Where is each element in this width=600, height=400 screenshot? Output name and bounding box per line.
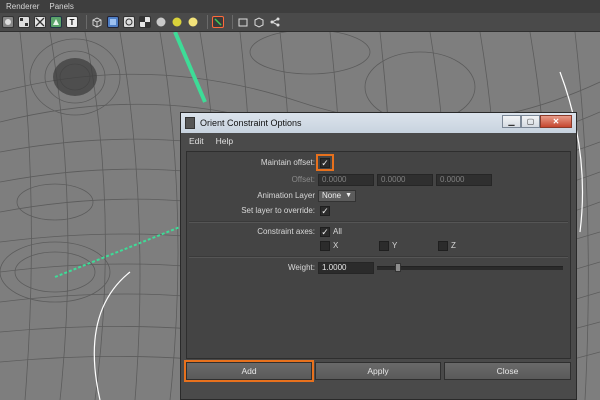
minimize-icon[interactable]: ▁ — [502, 115, 521, 128]
menu-edit[interactable]: Edit — [189, 136, 204, 146]
apply-button[interactable]: Apply — [315, 362, 441, 380]
divider — [189, 256, 568, 258]
grid-icon[interactable] — [253, 16, 265, 28]
dialog-menubar: Edit Help — [181, 134, 576, 148]
offset-label: Offset: — [291, 175, 315, 184]
snapshot-icon[interactable] — [34, 16, 46, 28]
offset-row: Offset: 0.0000 0.0000 0.0000 — [187, 174, 562, 186]
light-bulb-icon-glyph — [188, 17, 198, 27]
axis-y-checkbox[interactable] — [379, 241, 389, 251]
lambert-icon[interactable] — [155, 16, 167, 28]
joint-bone-green — [173, 32, 207, 103]
close-icon[interactable]: ✕ — [540, 115, 572, 128]
weight-row: Weight: 1.0000 — [187, 262, 563, 274]
constraint-axes-label: Constraint axes: — [257, 227, 315, 236]
sphere-icon-glyph — [110, 19, 116, 25]
render-icon-glyph — [5, 19, 11, 25]
offset-x-field[interactable]: 0.0000 — [318, 174, 374, 186]
camera-icon-glyph — [238, 18, 248, 27]
chevron-down-icon: ▼ — [345, 192, 352, 199]
dialog-titlebar[interactable]: Orient Constraint Options ▁ ▢ ✕ — [181, 113, 576, 133]
xray-icon-glyph — [172, 17, 182, 27]
ipr-icon-glyph — [20, 18, 28, 26]
axis-x-label: X — [333, 241, 339, 250]
maintain-offset-label: Maintain offset: — [260, 158, 315, 167]
xray-icon[interactable] — [171, 16, 183, 28]
ipr-icon[interactable] — [18, 16, 30, 28]
eye-socket — [53, 58, 97, 96]
share-icon-glyph — [270, 17, 280, 27]
dialog-button-row: Add Apply Close — [184, 360, 571, 382]
share-icon[interactable] — [269, 16, 281, 28]
text-icon[interactable]: T — [66, 16, 78, 28]
axis-all-label: All — [333, 227, 342, 236]
hypershade-icon[interactable] — [50, 16, 62, 28]
axis-z-label: Z — [451, 241, 456, 250]
toolbar-separator — [207, 15, 208, 29]
axes-xyz-row: X Y Z — [187, 240, 562, 252]
axis-y-label: Y — [392, 241, 398, 250]
shaded-icon[interactable] — [139, 16, 151, 28]
animation-layer-row: Animation Layer None ▼ — [187, 190, 562, 202]
axis-z-checkbox[interactable] — [438, 241, 448, 251]
maya-app-icon — [185, 117, 195, 129]
offset-y-field[interactable]: 0.0000 — [377, 174, 433, 186]
render-icon[interactable] — [2, 16, 14, 28]
weight-slider-handle[interactable] — [395, 263, 401, 272]
maintain-offset-highlight — [316, 154, 334, 171]
menu-help[interactable]: Help — [216, 136, 233, 146]
lights-icon[interactable] — [123, 16, 135, 28]
lights-icon-glyph — [125, 18, 133, 26]
divider — [189, 221, 568, 223]
cube-icon[interactable] — [91, 16, 103, 28]
camera-icon[interactable] — [237, 16, 249, 28]
weight-label: Weight: — [288, 263, 315, 272]
set-layer-row: Set layer to override: ✓ — [187, 205, 562, 217]
orient-constraint-dialog: Orient Constraint Options ▁ ▢ ✕ Edit Hel… — [180, 112, 577, 400]
cube-icon-glyph — [92, 17, 102, 28]
toolbar-separator — [86, 15, 87, 29]
weight-slider[interactable] — [377, 266, 563, 270]
panel-toolbar: T — [0, 13, 600, 32]
axis-x-checkbox[interactable] — [320, 241, 330, 251]
main-menubar: Renderer Panels — [0, 0, 600, 13]
layout-icon[interactable] — [212, 16, 224, 28]
toolbar-separator — [232, 15, 233, 29]
snapshot-icon-glyph — [35, 17, 45, 27]
sphere-icon[interactable] — [107, 16, 119, 28]
animation-layer-value: None — [322, 191, 342, 200]
lambert-icon-glyph — [156, 17, 166, 27]
animation-layer-label: Animation Layer — [257, 191, 315, 200]
maintain-offset-row: Maintain offset: ✓ — [187, 154, 562, 171]
offset-z-field[interactable]: 0.0000 — [436, 174, 492, 186]
hypershade-icon-glyph — [53, 19, 59, 25]
maximize-icon[interactable]: ▢ — [521, 115, 540, 128]
curve-white — [93, 271, 131, 400]
set-layer-checkbox[interactable]: ✓ — [320, 206, 330, 216]
menu-panels[interactable]: Panels — [49, 2, 73, 11]
shaded-icon-glyph — [140, 17, 150, 27]
axis-all-checkbox[interactable]: ✓ — [320, 227, 330, 237]
grid-icon-glyph — [254, 17, 264, 28]
window-controls: ▁ ▢ ✕ — [502, 115, 572, 128]
close-button[interactable]: Close — [444, 362, 571, 380]
weight-field[interactable]: 1.0000 — [318, 262, 374, 274]
dialog-title: Orient Constraint Options — [200, 118, 302, 128]
menu-renderer[interactable]: Renderer — [6, 2, 39, 11]
set-layer-label: Set layer to override: — [241, 206, 315, 215]
light-bulb-icon[interactable] — [187, 16, 199, 28]
options-panel: Maintain offset: ✓ Offset: 0.0000 0.0000… — [186, 151, 571, 359]
constraint-axes-row: Constraint axes: ✓ All — [187, 226, 562, 238]
animation-layer-dropdown[interactable]: None ▼ — [318, 190, 356, 202]
layout-icon-glyph — [214, 18, 222, 26]
add-button-highlight — [184, 360, 314, 382]
